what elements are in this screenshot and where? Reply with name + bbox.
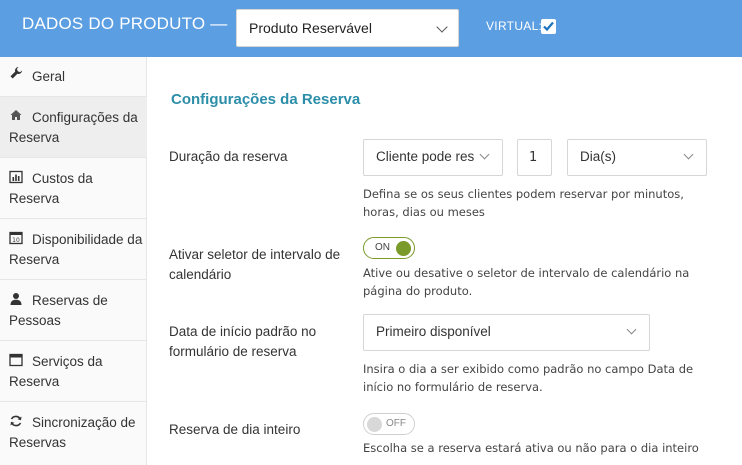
sidebar-item-label: Sincronização de Reservas — [9, 415, 136, 450]
toggle-state-text: ON — [375, 242, 390, 253]
checkmark-icon — [543, 21, 554, 32]
duration-unit-value: Dia(s) — [580, 149, 616, 164]
start-date-select[interactable]: Primeiro disponível — [363, 314, 650, 351]
range-picker-toggle[interactable]: ON — [363, 237, 415, 259]
full-day-help: Escolha se a reserva estará ativa ou não… — [363, 441, 699, 455]
chevron-down-icon — [436, 21, 448, 33]
duration-label: Duração da reserva — [169, 149, 288, 164]
toggle-knob — [396, 241, 411, 256]
start-date-help: Insira o dia a ser exibido como padrão n… — [363, 362, 694, 394]
start-date-label: Data de início padrão no formulário de r… — [169, 324, 317, 359]
toggle-state-text: OFF — [386, 418, 406, 429]
sidebar-item-booking-services[interactable]: Serviços da Reserva — [0, 341, 147, 402]
start-date-value: Primeiro disponível — [376, 324, 491, 339]
sidebar-item-booking-sync[interactable]: Sincronização de Reservas — [0, 402, 147, 465]
full-day-label: Reserva de dia inteiro — [169, 422, 301, 437]
duration-amount-value: 1 — [529, 150, 538, 165]
duration-type-value: Cliente pode res — [376, 149, 475, 164]
sidebar-item-label: Custos da Reserva — [9, 171, 93, 206]
chevron-down-icon — [479, 149, 490, 160]
sidebar-item-booking-costs[interactable]: Custos da Reserva — [0, 158, 147, 219]
header-title: DADOS DO PRODUTO — — [22, 14, 228, 33]
virtual-label: VIRTUAL: — [486, 19, 543, 33]
duration-unit-select[interactable]: Dia(s) — [567, 139, 707, 176]
sidebar-item-booking-persons[interactable]: Reservas de Pessoas — [0, 280, 147, 341]
chevron-down-icon — [626, 324, 637, 335]
product-type-select[interactable]: Produto Reservável — [236, 9, 459, 47]
duration-amount-input[interactable]: 1 — [517, 139, 552, 176]
sidebar-item-label: Reservas de Pessoas — [9, 293, 108, 328]
sidebar-item-label: Serviços da Reserva — [9, 354, 103, 389]
duration-help: Defina se os seus clientes podem reserva… — [363, 187, 684, 219]
toggle-knob — [367, 417, 382, 432]
full-day-toggle[interactable]: OFF — [363, 413, 415, 435]
sidebar-item-general[interactable]: Geral — [0, 57, 147, 97]
section-title: Configurações da Reserva — [171, 91, 361, 108]
product-data-header: DADOS DO PRODUTO — Produto Reservável VI… — [0, 0, 742, 57]
virtual-checkbox[interactable] — [541, 19, 556, 34]
range-picker-label: Ativar seletor de intervalo de calendári… — [169, 247, 341, 282]
range-picker-help: Ative ou desative o seletor de intervalo… — [363, 266, 690, 298]
sidebar-item-label: Configurações da Reserva — [9, 110, 138, 145]
chevron-down-icon — [683, 149, 694, 160]
sidebar-item-booking-availability[interactable]: 10 Disponibilidade da Reserva — [0, 219, 147, 280]
product-type-value: Produto Reservável — [249, 20, 372, 36]
duration-type-select[interactable]: Cliente pode res — [363, 139, 503, 176]
sidebar-item-label: Geral — [32, 69, 66, 84]
sidebar-item-booking-settings[interactable]: Configurações da Reserva — [0, 97, 147, 158]
sidebar-item-label: Disponibilidade da Reserva — [9, 232, 143, 267]
product-data-tabs: Geral Configurações da Reserva Custos da… — [0, 57, 147, 465]
